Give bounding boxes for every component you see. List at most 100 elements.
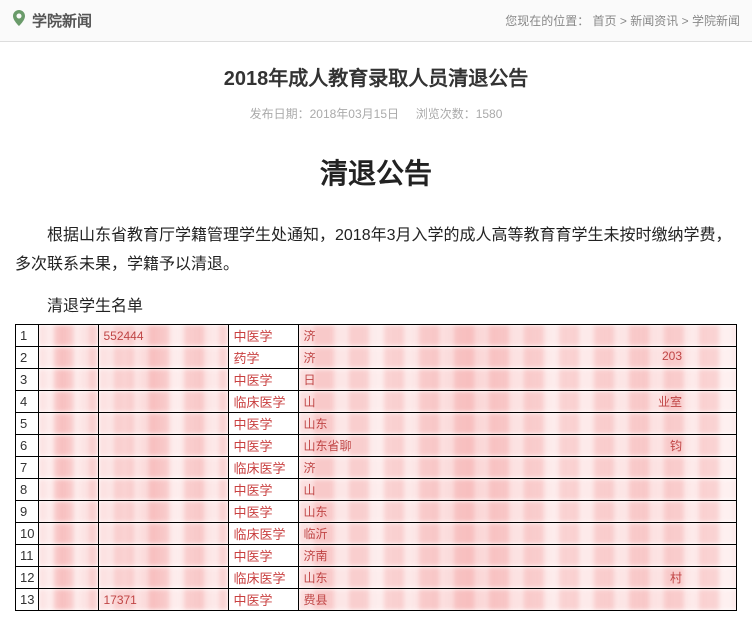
meta-views-label: 浏览次数：: [416, 107, 476, 121]
redacted-cell: [99, 412, 229, 434]
list-heading: 清退学生名单: [47, 292, 737, 316]
row-number: 4: [16, 390, 39, 412]
redacted-cell: [39, 478, 99, 500]
table-row: 8 中医学山: [16, 478, 737, 500]
redacted-cell: 临沂: [299, 522, 737, 544]
major-cell: 中医学: [229, 588, 299, 610]
article-title: 2018年成人教育录取人员清退公告: [15, 62, 737, 91]
article-meta: 发布日期：2018年03月15日 浏览次数：1580: [15, 105, 737, 122]
notice-body: 根据山东省教育厅学籍管理学生处通知，2018年3月入学的成人高等教育育学生未按时…: [15, 222, 737, 280]
notice-heading: 清退公告: [15, 152, 737, 192]
row-number: 1: [16, 324, 39, 346]
redacted-cell: 济: [299, 324, 737, 346]
major-cell: 临床医学: [229, 566, 299, 588]
redacted-cell: 日: [299, 368, 737, 390]
row-number: 6: [16, 434, 39, 456]
header-bar: 学院新闻 您现在的位置： 首页 > 新闻资讯 > 学院新闻: [0, 0, 752, 42]
redacted-cell: 山东: [299, 412, 737, 434]
major-cell: 临床医学: [229, 522, 299, 544]
meta-views: 1580: [476, 107, 503, 121]
redacted-cell: [39, 522, 99, 544]
article-container: 2018年成人教育录取人员清退公告 发布日期：2018年03月15日 浏览次数：…: [0, 42, 752, 631]
redacted-cell: [39, 412, 99, 434]
location-pin-icon: [12, 10, 26, 31]
redacted-cell: [39, 346, 99, 368]
redacted-cell: 山业室: [299, 390, 737, 412]
row-number: 3: [16, 368, 39, 390]
redacted-cell: [39, 456, 99, 478]
major-cell: 中医学: [229, 324, 299, 346]
breadcrumb-current: 学院新闻: [692, 14, 740, 28]
redacted-cell: 山东省聊钧: [299, 434, 737, 456]
major-cell: 中医学: [229, 368, 299, 390]
major-cell: 中医学: [229, 478, 299, 500]
redacted-cell: 17371: [99, 588, 229, 610]
breadcrumb-prefix: 您现在的位置：: [505, 14, 589, 28]
redacted-cell: 济203: [299, 346, 737, 368]
redacted-cell: 费县: [299, 588, 737, 610]
redacted-cell: [99, 434, 229, 456]
table-row: 3 中医学日: [16, 368, 737, 390]
row-number: 11: [16, 544, 39, 566]
major-cell: 中医学: [229, 412, 299, 434]
major-cell: 中医学: [229, 500, 299, 522]
redacted-cell: [39, 500, 99, 522]
table-row: 7 临床医学济: [16, 456, 737, 478]
redacted-cell: [99, 500, 229, 522]
breadcrumb-separator: >: [682, 14, 689, 28]
redacted-cell: 济南: [299, 544, 737, 566]
redacted-cell: [39, 544, 99, 566]
breadcrumb: 您现在的位置： 首页 > 新闻资讯 > 学院新闻: [505, 12, 740, 29]
redacted-cell: [39, 434, 99, 456]
row-number: 2: [16, 346, 39, 368]
major-cell: 中医学: [229, 434, 299, 456]
redacted-cell: [39, 324, 99, 346]
redacted-cell: [39, 390, 99, 412]
table-row: 11 中医学济南: [16, 544, 737, 566]
row-number: 7: [16, 456, 39, 478]
row-number: 5: [16, 412, 39, 434]
redacted-cell: [99, 390, 229, 412]
redacted-cell: [99, 566, 229, 588]
meta-date-label: 发布日期：: [250, 107, 310, 121]
redacted-cell: 552444: [99, 324, 229, 346]
redacted-cell: [39, 368, 99, 390]
table-row: 9 中医学山东: [16, 500, 737, 522]
meta-date: 2018年03月15日: [310, 107, 399, 121]
breadcrumb-news-link[interactable]: 新闻资讯: [630, 14, 678, 28]
redacted-cell: [99, 346, 229, 368]
table-row: 13 17371中医学费县: [16, 588, 737, 610]
breadcrumb-home-link[interactable]: 首页: [593, 14, 617, 28]
redacted-cell: 山东: [299, 500, 737, 522]
redacted-cell: [39, 588, 99, 610]
row-number: 12: [16, 566, 39, 588]
table-row: 12 临床医学山东村: [16, 566, 737, 588]
table-row: 4 临床医学山业室: [16, 390, 737, 412]
redacted-cell: [39, 566, 99, 588]
section-title: 学院新闻: [32, 10, 92, 31]
row-number: 10: [16, 522, 39, 544]
redacted-cell: 山: [299, 478, 737, 500]
row-number: 9: [16, 500, 39, 522]
table-row: 1 552444中医学济: [16, 324, 737, 346]
table-row: 6 中医学山东省聊钧: [16, 434, 737, 456]
major-cell: 药学: [229, 346, 299, 368]
row-number: 13: [16, 588, 39, 610]
breadcrumb-separator: >: [620, 14, 627, 28]
major-cell: 中医学: [229, 544, 299, 566]
student-table: 1552444中医学济2药学济2033中医学日4临床医学山业室5中医学山东6中医…: [15, 324, 737, 611]
redacted-cell: [99, 478, 229, 500]
redacted-cell: [99, 544, 229, 566]
redacted-cell: [99, 368, 229, 390]
header-left: 学院新闻: [12, 10, 92, 31]
redacted-cell: 山东村: [299, 566, 737, 588]
redacted-cell: [99, 522, 229, 544]
major-cell: 临床医学: [229, 390, 299, 412]
row-number: 8: [16, 478, 39, 500]
redacted-cell: 济: [299, 456, 737, 478]
redacted-cell: [99, 456, 229, 478]
table-row: 10 临床医学临沂: [16, 522, 737, 544]
major-cell: 临床医学: [229, 456, 299, 478]
table-row: 5 中医学山东: [16, 412, 737, 434]
table-row: 2 药学济203: [16, 346, 737, 368]
